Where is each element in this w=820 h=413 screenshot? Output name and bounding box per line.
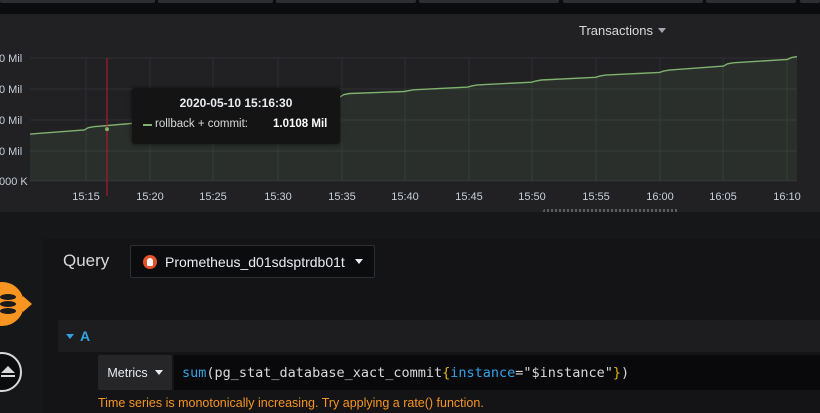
panel-edge — [158, 0, 273, 3]
x-tick-label: 15:15 — [72, 191, 100, 203]
prometheus-icon — [143, 254, 157, 269]
tooltip-series-label: rollback + commit: — [155, 118, 248, 130]
graph-area[interactable]: 0 Mil 0 Mil 0 Mil 0 Mil 000 K 15:15 15:20 15:25… — [0, 14, 820, 212]
query-label: Query — [63, 251, 110, 270]
x-tick-label: 15:40 — [391, 191, 419, 203]
series-color-swatch — [143, 124, 152, 126]
tooltip-series-value: 1.0108 Mil — [273, 118, 328, 130]
query-hint-warning: Time series is monotonically increasing.… — [98, 396, 484, 410]
panel-edge — [706, 0, 796, 3]
x-tick-label: 15:30 — [264, 191, 292, 203]
top-panel-strip — [0, 0, 820, 14]
graph-tooltip: 2020-05-10 15:16:30 rollback + commit: 1… — [132, 88, 340, 144]
database-icon — [0, 294, 16, 314]
query-row-header[interactable]: A — [58, 320, 820, 352]
y-tick-label: 000 K — [0, 176, 28, 188]
chevron-down-icon — [154, 370, 163, 375]
hover-point — [105, 127, 109, 132]
query-row-letter: A — [80, 328, 91, 344]
expr-equals: = — [515, 364, 524, 381]
expr-brace-open: { — [442, 364, 451, 381]
expr-function: sum — [182, 364, 207, 381]
panel-edge — [563, 0, 703, 3]
transactions-panel: 0 Mil 0 Mil 0 Mil 0 Mil 000 K 15:15 15:20 15:25… — [0, 14, 820, 212]
x-tick-label: 16:00 — [646, 191, 674, 203]
metrics-label: Metrics — [107, 365, 148, 380]
y-tick-label: 0 Mil — [0, 146, 22, 158]
datasource-picker[interactable]: Prometheus_d01sdsptrdb01t — [130, 245, 375, 278]
x-tick-label: 16:10 — [773, 191, 801, 203]
expr-label-key: instance — [450, 364, 516, 381]
panel-edge — [0, 0, 155, 3]
x-tick-label: 15:20 — [136, 191, 164, 203]
panel-title-menu[interactable]: Transactions — [579, 21, 666, 39]
x-tick-label: 16:05 — [709, 191, 737, 203]
query-expression-input[interactable]: sum(pg_stat_database_xact_commit{instanc… — [174, 355, 820, 390]
chevron-down-icon — [657, 27, 666, 33]
expr-brace-close: } — [612, 364, 621, 381]
x-tick-label: 15:45 — [455, 191, 483, 203]
panel-edge — [276, 0, 416, 3]
chevron-down-icon — [66, 333, 74, 339]
x-tick-label: 15:50 — [518, 191, 546, 203]
y-tick-label: 0 Mil — [0, 53, 22, 65]
x-tick-label: 15:35 — [328, 191, 356, 203]
metrics-dropdown-button[interactable]: Metrics — [98, 355, 172, 390]
panel-title: Transactions — [579, 22, 653, 38]
x-tick-label: 15:55 — [582, 191, 610, 203]
chevron-down-icon — [354, 259, 363, 264]
y-tick-label: 0 Mil — [0, 84, 22, 96]
panel-edge — [419, 0, 559, 3]
expr-paren-close: ) — [620, 364, 630, 381]
expr-label-value: "$instance" — [523, 364, 613, 381]
expr-paren-open: ( — [206, 364, 215, 381]
eject-icon — [1, 366, 15, 378]
panel-edge — [800, 0, 820, 3]
tooltip-time: 2020-05-10 15:16:30 — [179, 96, 293, 110]
datasource-name: Prometheus_d01sdsptrdb01t — [165, 253, 345, 270]
y-tick-label: 0 Mil — [0, 115, 22, 127]
expr-metric: pg_stat_database_xact_commit — [214, 364, 443, 381]
x-tick-label: 15:25 — [199, 191, 227, 203]
